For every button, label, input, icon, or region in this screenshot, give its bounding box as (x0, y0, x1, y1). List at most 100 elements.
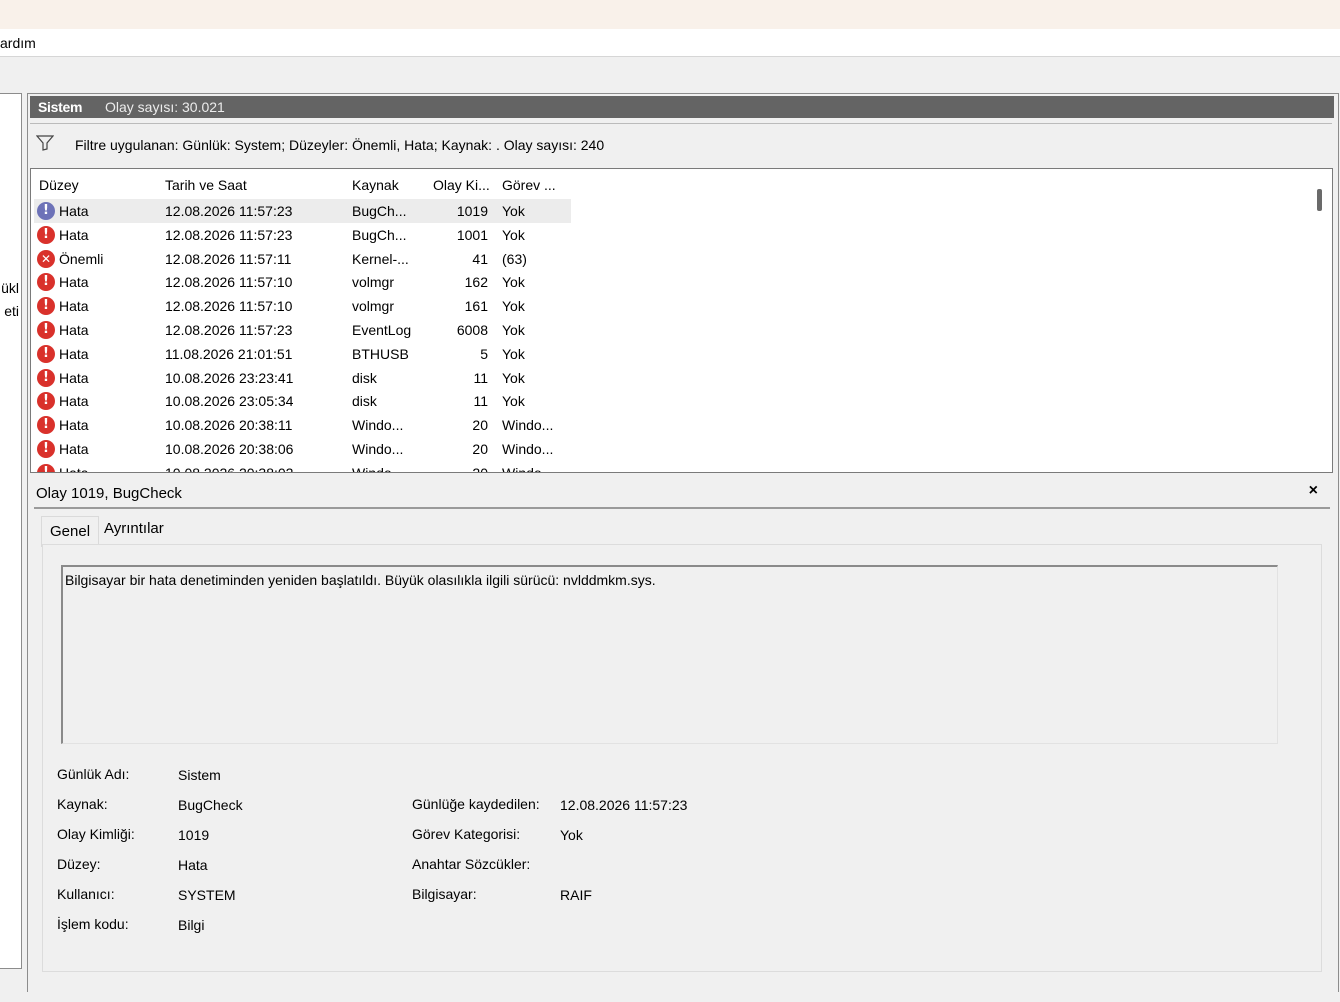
cell-level: Hata (59, 322, 89, 338)
tab-general[interactable]: Genel (41, 516, 99, 547)
log-name: Sistem (38, 99, 83, 115)
table-row[interactable]: ✕ Önemli 12.08.2026 11:57:11 Kernel-... 41 (6… (31, 247, 1311, 271)
general-tab-panel: Bilgisayar bir hata denetiminden yeniden… (42, 544, 1322, 972)
table-row[interactable]: ! Hata 11.08.2026 21:01:51 BTHUSB 5 Yok (31, 342, 1311, 366)
table-row[interactable]: ! Hata 10.08.2026 23:23:41 disk 11 Yok (31, 366, 1311, 390)
cell-level: Hata (59, 417, 89, 434)
event-viewer-main: Sistem Olay sayısı: 30.021 Filtre uygula… (27, 93, 1339, 994)
error-icon: ! (37, 225, 55, 244)
cell-task: Windo... (502, 417, 554, 434)
col-level[interactable]: Düzey (39, 177, 79, 193)
cell-source: volmgr (352, 298, 395, 315)
filter-text: Filtre uygulanan: Günlük: System; Düzeyl… (75, 137, 605, 153)
cell-task: Yok (502, 322, 525, 338)
cell-task: Yok (502, 393, 525, 410)
status-strip (0, 992, 1340, 1002)
cell-source: BTHUSB (352, 345, 409, 362)
cell-level: Hata (59, 226, 89, 243)
table-row[interactable]: ! Hata 10.08.2026 20:38:11 Windo... 20 Windo.… (31, 413, 1311, 437)
cell-event-id: 1019 (456, 203, 488, 219)
logged-value: 12.08.2026 11:57:23 (560, 797, 688, 813)
error-icon: ! (37, 321, 55, 339)
cell-task: Windo... (502, 464, 554, 473)
logged-label: Günlüğe kaydedilen: (412, 796, 540, 812)
tree-item-2[interactable]: eti (4, 303, 19, 319)
divider (34, 507, 1330, 509)
log-name-label: Günlük Adı: (57, 766, 130, 782)
col-task[interactable]: Görev ... (502, 177, 556, 193)
cell-level: Hata (59, 274, 89, 291)
table-row[interactable]: ! Hata 12.08.2026 11:57:23 EventLog 6008 Yok (31, 318, 1311, 342)
table-row[interactable]: ! Hata 12.08.2026 11:57:23 BugCh... 1019 Yok (31, 199, 1311, 223)
cell-event-id: 1001 (456, 226, 488, 243)
cell-source: BugCh... (352, 226, 407, 243)
cell-datetime: 10.08.2026 20:38:11 (165, 417, 293, 434)
table-row[interactable]: ! Hata 10.08.2026 23:05:34 disk 11 Yok (31, 389, 1311, 413)
cell-level: Hata (59, 203, 89, 219)
cell-event-id: 20 (472, 464, 488, 473)
user-value: SYSTEM (178, 887, 236, 903)
tree-item-1[interactable]: ükl (1, 280, 19, 296)
cell-level: Hata (59, 464, 89, 473)
error-icon: ! (37, 463, 55, 472)
log-name-value: Sistem (178, 767, 221, 783)
task-category-label: Görev Kategorisi: (412, 826, 521, 842)
cell-source: disk (352, 393, 377, 410)
toolbar (0, 57, 1340, 93)
cell-datetime: 10.08.2026 20:38:06 (165, 441, 294, 457)
cell-level: Hata (59, 369, 89, 386)
cell-datetime: 12.08.2026 11:57:23 (165, 322, 293, 338)
table-row[interactable]: ! Hata 12.08.2026 11:57:10 volmgr 162 Yok (31, 270, 1311, 294)
error-icon: ! (37, 202, 55, 220)
menu-help[interactable]: ardım (0, 35, 36, 51)
cell-event-id: 5 (480, 345, 488, 362)
cell-event-id: 161 (464, 298, 488, 315)
table-row[interactable]: ! Hata 10.08.2026 20:38:06 Windo... 20 Windo.… (31, 437, 1311, 461)
cell-task: Yok (502, 369, 525, 386)
cell-datetime: 12.08.2026 11:57:10 (165, 298, 293, 315)
cell-datetime: 12.08.2026 11:57:11 (165, 250, 292, 267)
event-description[interactable]: Bilgisayar bir hata denetiminden yeniden… (61, 565, 1278, 744)
level-label: Düzey: (57, 856, 101, 872)
computer-value: RAIF (560, 887, 592, 903)
cell-level: Hata (59, 393, 89, 410)
computer-label: Bilgisayar: (412, 886, 477, 902)
cell-level: Hata (59, 441, 89, 457)
cell-source: disk (352, 369, 377, 386)
error-icon: ! (37, 368, 55, 387)
table-row[interactable]: ! Hata 12.08.2026 11:57:23 BugCh... 1001 Yok (31, 223, 1311, 247)
error-icon: ! (37, 297, 55, 316)
col-event-id[interactable]: Olay Ki... (433, 177, 490, 193)
detail-title: Olay 1019, BugCheck (36, 485, 182, 502)
col-datetime[interactable]: Tarih ve Saat (165, 177, 247, 193)
events-table[interactable]: Düzey Tarih ve Saat Kaynak Olay Ki... Gö… (30, 168, 1333, 473)
close-icon[interactable]: × (1309, 482, 1318, 500)
cell-datetime: 12.08.2026 11:57:23 (165, 226, 293, 243)
col-source[interactable]: Kaynak (352, 177, 399, 193)
vertical-scrollbar[interactable] (1317, 189, 1322, 211)
source-value: BugCheck (178, 797, 243, 813)
cell-level: Hata (59, 298, 89, 315)
cell-event-id: 6008 (456, 322, 488, 338)
table-row[interactable]: ! Hata 12.08.2026 11:57:10 volmgr 161 Yok (31, 294, 1311, 318)
cell-datetime: 10.08.2026 23:05:34 (165, 393, 294, 410)
console-tree-pane[interactable]: ükl eti (0, 93, 22, 969)
event-id-value: 1019 (178, 827, 210, 843)
cell-datetime: 12.08.2026 11:57:23 (165, 203, 293, 219)
cell-event-id: 11 (473, 393, 488, 410)
error-icon: ! (37, 392, 55, 411)
filter-bar: Filtre uygulanan: Günlük: System; Düzeyl… (30, 123, 1332, 164)
cell-source: Kernel-... (352, 250, 409, 267)
cell-source: BugCh... (352, 203, 407, 219)
menu-bar: ardım (0, 29, 1340, 57)
description-text: Bilgisayar bir hata denetiminden yeniden… (65, 572, 656, 588)
table-row[interactable]: ! Hata 10.08.2026 20:38:02 Windo... 20 Windo.… (31, 461, 1311, 473)
event-detail-pane: Olay 1019, BugCheck × Genel Ayrıntılar B… (30, 476, 1334, 991)
cell-event-id: 20 (472, 417, 488, 434)
tab-details[interactable]: Ayrıntılar (104, 520, 164, 537)
error-icon: ! (37, 440, 55, 458)
log-header: Sistem Olay sayısı: 30.021 (30, 96, 1334, 118)
cell-level: Önemli (59, 250, 104, 267)
error-icon: ! (37, 416, 55, 435)
cell-event-id: 41 (472, 250, 488, 267)
